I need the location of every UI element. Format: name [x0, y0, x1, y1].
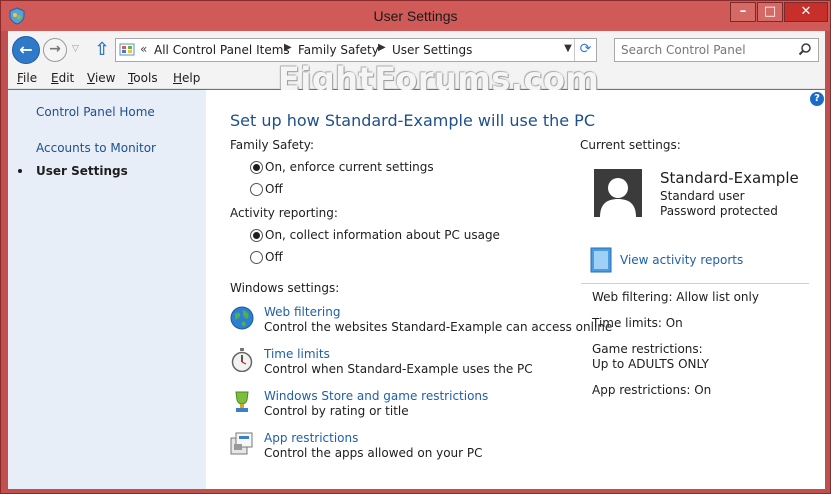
minimize-icon: – — [739, 4, 747, 19]
stopwatch-icon — [231, 348, 253, 372]
activity-reporting-off-radio[interactable] — [250, 251, 263, 264]
close-button[interactable]: ✕ — [784, 2, 828, 22]
avatar — [594, 169, 642, 217]
web-filtering-status: Web filtering: Allow list only — [592, 290, 759, 304]
recent-pages-dropdown[interactable]: ▽ — [72, 44, 82, 54]
family-safety-label: Family Safety: — [230, 138, 314, 152]
breadcrumb-user-settings[interactable]: User Settings — [392, 43, 472, 57]
back-button[interactable]: ← — [12, 36, 40, 64]
user-type: Standard user — [660, 189, 745, 203]
globe-icon — [230, 306, 254, 330]
family-safety-on-radio[interactable] — [250, 161, 263, 174]
current-settings-label: Current settings: — [580, 138, 681, 152]
address-bar[interactable]: « All Control Panel Items ▶ Family Safet… — [115, 38, 597, 62]
search-icon[interactable] — [798, 42, 812, 56]
window-frame: User Settings – □ ✕ ← → ▽ ⇧ « All Contro… — [0, 0, 831, 494]
app-restrictions-icon — [230, 432, 253, 455]
web-filtering-link[interactable]: Web filtering — [264, 305, 340, 319]
game-restrictions-status: Up to ADULTS ONLY — [592, 357, 709, 371]
content-area: Control Panel Home Accounts to Monitor U… — [8, 90, 825, 489]
window-title: User Settings — [373, 8, 458, 24]
menu-file[interactable]: File — [17, 71, 37, 85]
breadcrumb-family-safety[interactable]: Family Safety — [298, 43, 379, 57]
password-status: Password protected — [660, 204, 778, 218]
forward-button[interactable]: → — [43, 38, 67, 62]
activity-report-icon — [590, 247, 612, 273]
menu-edit[interactable]: Edit — [51, 71, 74, 85]
search-placeholder: Search Control Panel — [621, 43, 746, 57]
time-limits-status: Time limits: On — [592, 316, 683, 330]
activity-reporting-off-label[interactable]: Off — [265, 250, 283, 264]
sidebar-item-control-panel-home[interactable]: Control Panel Home — [36, 105, 155, 119]
menu-view[interactable]: View — [87, 71, 115, 85]
menu-tools[interactable]: Tools — [128, 71, 158, 85]
view-activity-reports-link[interactable]: View activity reports — [620, 253, 743, 267]
family-safety-on-label[interactable]: On, enforce current settings — [265, 160, 434, 174]
up-button[interactable]: ⇧ — [92, 39, 112, 60]
search-input[interactable]: Search Control Panel — [614, 38, 819, 62]
divider — [581, 283, 809, 284]
store-game-restrictions-link[interactable]: Windows Store and game restrictions — [264, 389, 488, 403]
sidebar-item-user-settings: User Settings — [36, 164, 128, 178]
activity-reporting-label: Activity reporting: — [230, 206, 338, 220]
forward-arrow-icon: → — [49, 41, 61, 57]
overflow-chevron-icon[interactable]: « — [140, 42, 147, 56]
menu-help[interactable]: Help — [173, 71, 200, 85]
maximize-icon: □ — [763, 4, 777, 19]
activity-reporting-on-radio[interactable] — [250, 229, 263, 242]
up-arrow-icon: ⇧ — [94, 39, 110, 60]
page-title: Set up how Standard-Example will use the… — [230, 111, 595, 130]
app-restrictions-status: App restrictions: On — [592, 383, 712, 397]
game-restrictions-label: Game restrictions: — [592, 342, 703, 356]
address-dropdown-icon[interactable]: ▼ — [561, 43, 575, 54]
minimize-button[interactable]: – — [730, 2, 756, 22]
back-arrow-icon: ← — [19, 40, 33, 59]
windows-settings-label: Windows settings: — [230, 281, 340, 295]
web-filtering-description: Control the websites Standard-Example ca… — [264, 320, 613, 334]
store-game-restrictions-description: Control by rating or title — [264, 404, 409, 418]
activity-reporting-on-label[interactable]: On, collect information about PC usage — [265, 228, 500, 242]
close-icon: ✕ — [800, 4, 812, 19]
time-limits-description: Control when Standard-Example uses the P… — [264, 362, 533, 376]
user-name: Standard-Example — [660, 169, 799, 187]
family-safety-off-label[interactable]: Off — [265, 182, 283, 196]
breadcrumb-control-panel[interactable]: All Control Panel Items — [154, 43, 290, 57]
trophy-icon — [235, 391, 249, 412]
refresh-icon: ⟳ — [579, 41, 592, 57]
maximize-button[interactable]: □ — [757, 2, 783, 22]
sidebar-item-accounts-to-monitor[interactable]: Accounts to Monitor — [36, 141, 156, 155]
sidebar: Control Panel Home Accounts to Monitor U… — [8, 90, 206, 489]
app-restrictions-description: Control the apps allowed on your PC — [264, 446, 483, 460]
title-bar: User Settings – □ ✕ — [1, 1, 830, 31]
family-safety-off-radio[interactable] — [250, 183, 263, 196]
user-silhouette-icon — [594, 169, 642, 217]
refresh-button[interactable]: ⟳ — [574, 39, 596, 61]
app-restrictions-link[interactable]: App restrictions — [264, 431, 358, 445]
breadcrumb-separator-icon[interactable]: ▶ — [378, 42, 386, 53]
breadcrumb-separator-icon[interactable]: ▶ — [284, 42, 292, 53]
time-limits-link[interactable]: Time limits — [264, 347, 330, 361]
control-panel-icon — [119, 43, 135, 56]
help-icon[interactable]: ? — [810, 92, 824, 106]
current-page-bullet — [18, 169, 22, 173]
